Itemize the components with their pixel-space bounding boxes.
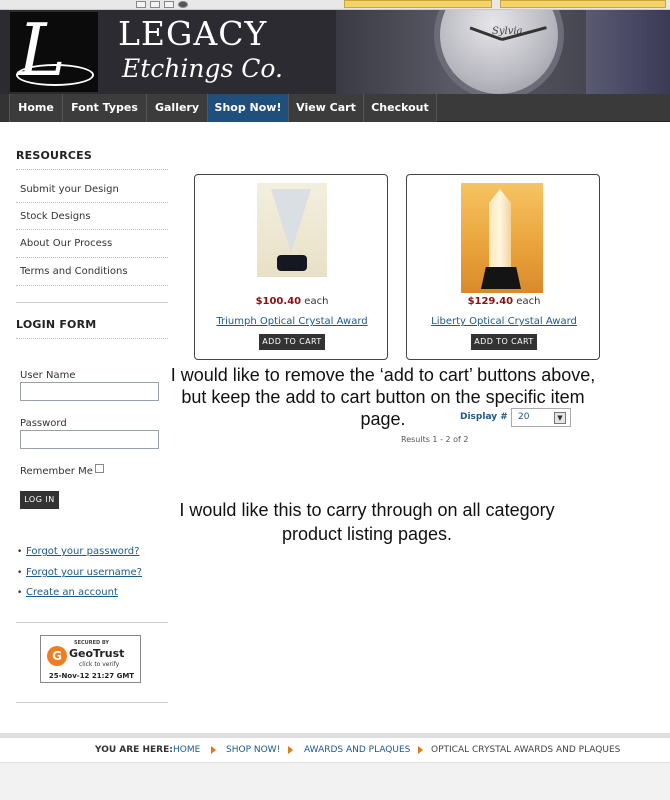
divider [16, 285, 168, 286]
price-unit: each [516, 296, 541, 307]
sidebar-link-submit-design[interactable]: Submit your Design [20, 184, 119, 195]
login-button[interactable]: LOG IN [20, 491, 59, 509]
crystal-award-base [481, 267, 521, 289]
breadcrumb-shop-now[interactable]: SHOP NOW! [226, 745, 280, 755]
add-to-cart-button[interactable]: ADD TO CART [259, 334, 325, 350]
product-card: $129.40 each Liberty Optical Crystal Awa… [406, 174, 600, 360]
nav-gallery[interactable]: Gallery [146, 94, 207, 122]
price-unit: each [304, 296, 329, 307]
header-left-panel: L LEGACY Etchings Co. [0, 10, 336, 94]
login-form-heading: LOGIN FORM [16, 318, 97, 331]
seal-brand: GeoTrust [69, 647, 125, 660]
browser-button[interactable] [150, 1, 160, 8]
sidebar-link-stock-designs[interactable]: Stock Designs [20, 211, 91, 222]
product-image[interactable] [257, 183, 327, 277]
browser-toolbar-strip [0, 0, 670, 10]
product-price: $129.40 [467, 296, 514, 307]
add-to-cart-button[interactable]: ADD TO CART [471, 334, 537, 350]
header-clock-image: Sylvia [336, 10, 670, 94]
site-header: L LEGACY Etchings Co. Sylvia [0, 10, 670, 94]
breadcrumb-current: OPTICAL CRYSTAL AWARDS AND PLAQUES [431, 745, 621, 755]
breadcrumb-label: YOU ARE HERE: [95, 745, 173, 755]
product-image[interactable] [461, 183, 543, 293]
nav-shop-now[interactable]: Shop Now! [207, 94, 288, 122]
password-label: Password [20, 418, 67, 429]
divider [16, 169, 168, 170]
divider [16, 257, 168, 258]
logo-mark[interactable]: L [10, 10, 98, 92]
clock-face: Sylvia [434, 10, 564, 94]
geotrust-seal[interactable]: SECURED BY G GeoTrust click to verify 25… [40, 635, 141, 683]
breadcrumb-awards-plaques[interactable]: AWARDS AND PLAQUES [304, 745, 410, 755]
seal-verify-text: click to verify [79, 661, 120, 668]
browser-button[interactable] [136, 1, 146, 8]
nav-view-cart[interactable]: View Cart [288, 94, 363, 122]
brand-subtitle: Etchings Co. [122, 54, 283, 83]
divider [16, 202, 168, 203]
breadcrumb-home[interactable]: HOME [173, 745, 200, 755]
annotation-note: I would like this to carry through on al… [140, 498, 594, 546]
logo-letter: L [18, 10, 66, 92]
bullet-icon: • [17, 547, 23, 557]
crystal-award-base [277, 255, 307, 271]
remember-me-checkbox[interactable] [95, 464, 104, 473]
main-nav: Home Font Types Gallery Shop Now! View C… [0, 94, 670, 122]
annotation-line: page. [360, 409, 406, 429]
nav-font-types[interactable]: Font Types [62, 94, 146, 122]
bullet-icon: • [17, 568, 23, 578]
browser-tab[interactable] [344, 0, 492, 8]
username-label: User Name [20, 370, 76, 381]
product-price: $100.40 [255, 296, 302, 307]
annotation-line: I would like to remove the ‘add to cart’… [170, 365, 596, 385]
divider [16, 229, 168, 230]
remember-me-label: Remember Me [20, 466, 93, 477]
divider [16, 338, 168, 339]
crystal-award-shape [489, 189, 511, 267]
annotation-line: but keep the add to cart button on the s… [181, 387, 585, 407]
create-account-link[interactable]: Create an account [26, 587, 118, 598]
product-name-link[interactable]: Liberty Optical Crystal Award [407, 316, 601, 327]
nav-home[interactable]: Home [9, 94, 62, 122]
nav-checkout[interactable]: Checkout [363, 94, 437, 122]
annotation-note: I would like to remove the ‘add to cart’… [130, 364, 636, 430]
resources-heading: RESOURCES [16, 149, 92, 162]
browser-favicon-icon [178, 1, 188, 8]
footer [0, 762, 670, 800]
sidebar-link-terms[interactable]: Terms and Conditions [20, 266, 128, 277]
password-input[interactable] [20, 430, 159, 449]
section-divider [16, 622, 168, 623]
results-count: Results 1 - 2 of 2 [401, 435, 469, 444]
chevron-right-icon [288, 746, 293, 754]
section-divider [16, 302, 168, 303]
geotrust-logo-icon: G [47, 646, 67, 666]
product-price-line: $100.40 each [195, 296, 389, 307]
forgot-username-link[interactable]: Forgot your username? [26, 567, 142, 578]
clock-frame [586, 10, 670, 94]
seal-date: 25-Nov-12 21:27 GMT [48, 672, 135, 680]
bullet-icon: • [17, 588, 23, 598]
product-price-line: $129.40 each [407, 296, 601, 307]
brand-name: LEGACY [118, 14, 268, 53]
chevron-right-icon [418, 746, 423, 754]
product-card: $100.40 each Triumph Optical Crystal Awa… [194, 174, 388, 360]
product-name-link[interactable]: Triumph Optical Crystal Award [195, 316, 389, 327]
chevron-right-icon [211, 746, 216, 754]
section-divider [16, 702, 168, 703]
sidebar-link-about-process[interactable]: About Our Process [20, 238, 112, 249]
browser-tab[interactable] [500, 0, 666, 8]
crystal-award-shape [271, 189, 311, 253]
forgot-password-link[interactable]: Forgot your password? [26, 546, 139, 557]
nav-edge [0, 94, 9, 122]
annotation-line: I would like this to carry through on al… [179, 500, 555, 520]
browser-button[interactable] [164, 1, 174, 8]
annotation-line: product listing pages. [281, 524, 453, 544]
